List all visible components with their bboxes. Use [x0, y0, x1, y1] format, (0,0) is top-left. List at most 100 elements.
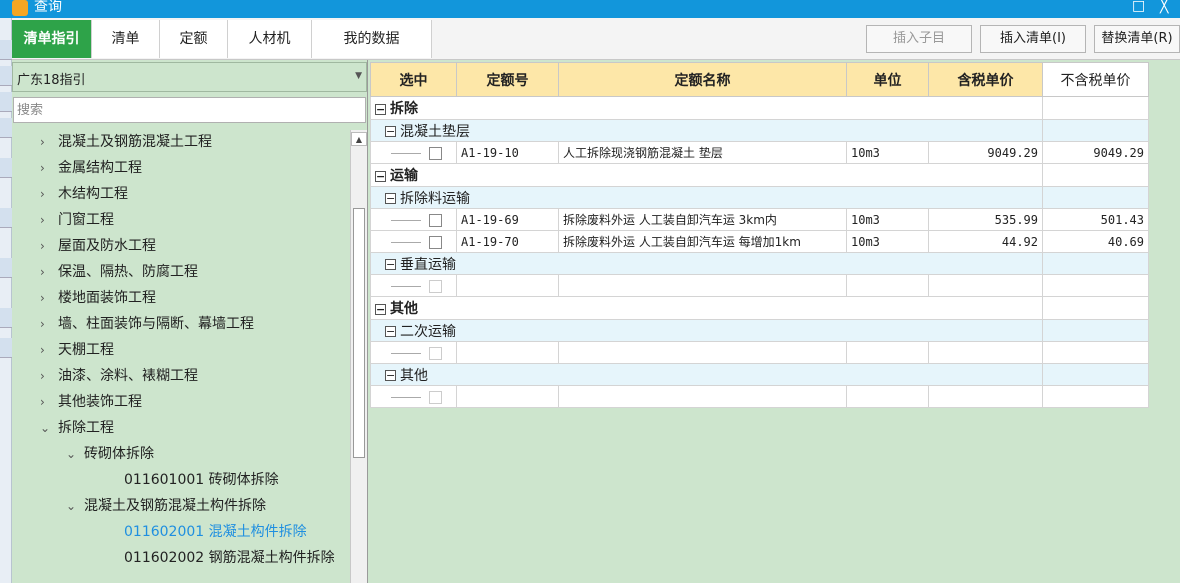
col-header-code[interactable]: 定额号	[456, 62, 559, 97]
table-row[interactable]: A1-19-69 拆除废料外运 人工装自卸汽车运 3km内 10m3 535.99 50…	[370, 208, 1149, 231]
grid-cell[interactable]	[846, 341, 929, 364]
tree-node[interactable]: › 天棚工程	[40, 337, 114, 363]
collapse-icon[interactable]: −	[375, 303, 386, 315]
table-row[interactable]	[370, 385, 1149, 408]
restore-icon[interactable]: □	[1132, 0, 1145, 13]
grid-cell[interactable]	[1042, 341, 1149, 364]
group-row[interactable]: − 拆除	[370, 96, 1149, 120]
quota-code[interactable]: A1-19-10	[456, 141, 559, 164]
table-row[interactable]	[370, 341, 1149, 364]
collapse-icon[interactable]: −	[385, 126, 396, 137]
tree-node[interactable]: 011601001 砖砌体拆除	[124, 467, 279, 493]
subgroup-row[interactable]: − 混凝土垫层	[370, 119, 1149, 142]
tree-node[interactable]: 011602002 钢筋混凝土构件拆除	[124, 545, 335, 571]
price-with-tax[interactable]: 9049.29	[928, 141, 1043, 164]
grid-cell[interactable]	[1042, 274, 1149, 297]
grid-cell[interactable]	[456, 385, 559, 408]
tree-node[interactable]: › 金属结构工程	[40, 155, 142, 181]
quota-name[interactable]: 拆除废料外运 人工装自卸汽车运 3km内	[558, 208, 847, 231]
quota-unit[interactable]: 10m3	[846, 230, 929, 253]
tree-node[interactable]: ⌄ 拆除工程	[40, 415, 114, 441]
select-cell[interactable]	[370, 208, 457, 231]
grid-cell[interactable]	[1042, 319, 1149, 342]
tree-node[interactable]: › 混凝土及钢筋混凝土工程	[40, 130, 212, 155]
scroll-thumb[interactable]	[353, 208, 365, 458]
grid-cell[interactable]	[846, 274, 929, 297]
chevron-down-icon[interactable]: ⌄	[40, 415, 58, 441]
grid-cell[interactable]	[1042, 252, 1149, 275]
collapse-icon[interactable]: −	[385, 370, 396, 381]
row-checkbox[interactable]	[429, 346, 442, 360]
grid-cell[interactable]	[1042, 186, 1149, 209]
subgroup-row[interactable]: − 拆除料运输	[370, 186, 1149, 209]
col-header-name[interactable]: 定额名称	[558, 62, 847, 97]
collapse-icon[interactable]: −	[385, 193, 396, 204]
select-cell[interactable]	[370, 274, 457, 297]
row-checkbox[interactable]	[429, 390, 442, 404]
chevron-right-icon[interactable]: ›	[40, 130, 58, 155]
chevron-right-icon[interactable]: ›	[40, 337, 58, 363]
collapse-icon[interactable]: −	[385, 326, 396, 337]
row-checkbox[interactable]	[429, 146, 442, 160]
tree-node[interactable]: › 屋面及防水工程	[40, 233, 156, 259]
price-with-tax[interactable]: 44.92	[928, 230, 1043, 253]
table-row[interactable]: A1-19-70 拆除废料外运 人工装自卸汽车运 每增加1km 10m3 44.92 4…	[370, 230, 1149, 253]
scroll-up-icon[interactable]: ▲	[351, 132, 367, 146]
group-row[interactable]: − 其他	[370, 296, 1149, 320]
tree-node[interactable]: › 门窗工程	[40, 207, 114, 233]
quota-name[interactable]: 拆除废料外运 人工装自卸汽车运 每增加1km	[558, 230, 847, 253]
price-with-tax[interactable]: 535.99	[928, 208, 1043, 231]
grid-cell[interactable]	[456, 274, 559, 297]
tab-list-guide[interactable]: 清单指引	[12, 20, 92, 58]
row-checkbox[interactable]	[429, 235, 442, 249]
tree-node[interactable]: ⌄ 混凝土及钢筋混凝土构件拆除	[66, 493, 266, 519]
grid-cell[interactable]	[1042, 363, 1149, 386]
grid-cell[interactable]	[558, 385, 847, 408]
table-row[interactable]	[370, 274, 1149, 297]
insert-list-button[interactable]: 插入清单(I)	[980, 25, 1086, 53]
col-header-select[interactable]: 选中	[370, 62, 457, 97]
col-header-price-notax[interactable]: 不含税单价	[1042, 62, 1149, 97]
grid-cell[interactable]	[1042, 96, 1149, 120]
select-cell[interactable]	[370, 141, 457, 164]
tab-list[interactable]: 清单	[92, 20, 160, 58]
quota-code[interactable]: A1-19-70	[456, 230, 559, 253]
group-row[interactable]: − 运输	[370, 163, 1149, 187]
grid-cell[interactable]	[846, 385, 929, 408]
tree-scrollbar[interactable]: ▲	[350, 130, 367, 583]
select-cell[interactable]	[370, 341, 457, 364]
tree-node[interactable]: › 保温、隔热、防腐工程	[40, 259, 198, 285]
tab-labor-material-machine[interactable]: 人材机	[228, 20, 312, 58]
dropdown-arrow-icon[interactable]: ▼	[355, 71, 362, 81]
select-cell[interactable]	[370, 385, 457, 408]
col-header-unit[interactable]: 单位	[846, 62, 929, 97]
insert-child-button[interactable]: 插入子目	[866, 25, 972, 53]
select-cell[interactable]	[370, 230, 457, 253]
replace-list-button[interactable]: 替换清单(R)	[1094, 25, 1180, 53]
quota-code[interactable]: A1-19-69	[456, 208, 559, 231]
chevron-right-icon[interactable]: ›	[40, 363, 58, 389]
quota-name[interactable]: 人工拆除现浇钢筋混凝土 垫层	[558, 141, 847, 164]
tab-my-data[interactable]: 我的数据	[312, 20, 432, 58]
chevron-right-icon[interactable]: ›	[40, 311, 58, 337]
chevron-right-icon[interactable]: ›	[40, 233, 58, 259]
table-row[interactable]: A1-19-10 人工拆除现浇钢筋混凝土 垫层 10m3 9049.29 9049.29	[370, 141, 1149, 164]
quota-unit[interactable]: 10m3	[846, 208, 929, 231]
chevron-right-icon[interactable]: ›	[40, 155, 58, 181]
price-without-tax[interactable]: 501.43	[1042, 208, 1149, 231]
chevron-right-icon[interactable]: ›	[40, 207, 58, 233]
collapse-icon[interactable]: −	[375, 103, 386, 115]
collapse-icon[interactable]: −	[385, 259, 396, 270]
quota-unit[interactable]: 10m3	[846, 141, 929, 164]
grid-cell[interactable]	[456, 341, 559, 364]
price-without-tax[interactable]: 9049.29	[1042, 141, 1149, 164]
subgroup-row[interactable]: − 其他	[370, 363, 1149, 386]
tree-node[interactable]: ⌄ 砖砌体拆除	[66, 441, 154, 467]
grid-cell[interactable]	[1042, 119, 1149, 142]
tab-quota[interactable]: 定额	[160, 20, 228, 58]
chevron-right-icon[interactable]: ›	[40, 181, 58, 207]
row-checkbox[interactable]	[429, 213, 442, 227]
chevron-right-icon[interactable]: ›	[40, 285, 58, 311]
row-checkbox[interactable]	[429, 279, 442, 293]
chevron-down-icon[interactable]: ⌄	[66, 441, 84, 467]
